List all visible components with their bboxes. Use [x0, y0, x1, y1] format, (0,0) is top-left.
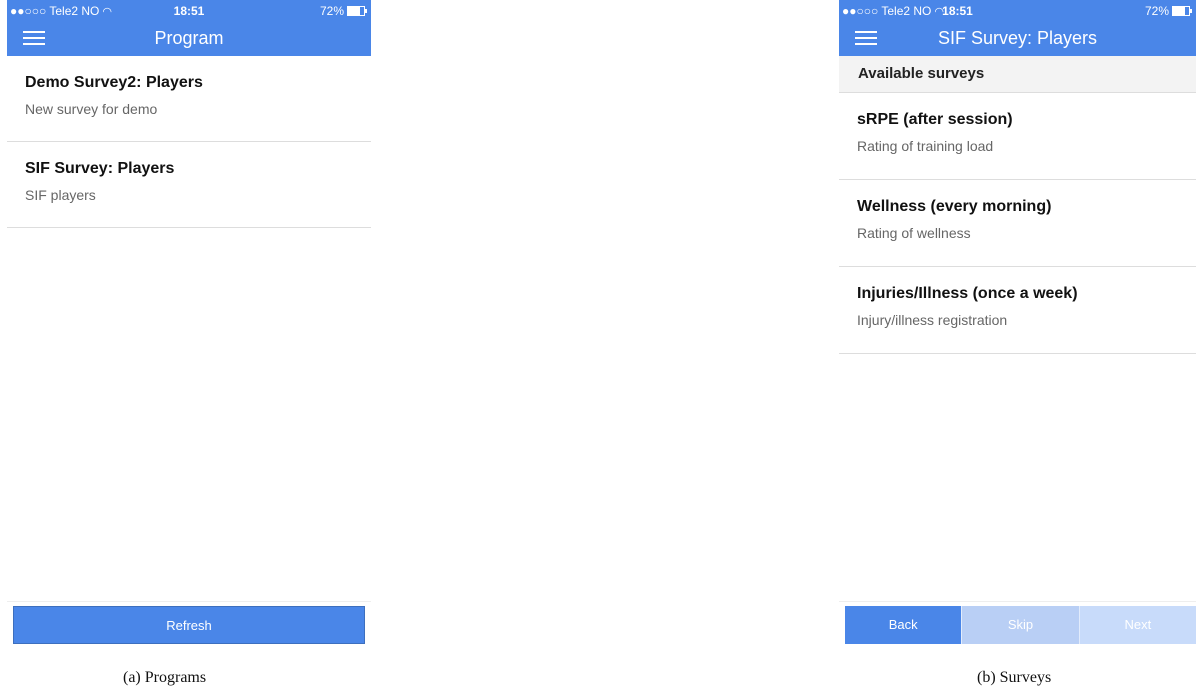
page-title: Program — [154, 28, 224, 48]
survey-list: Available surveys sRPE (after session) R… — [839, 56, 1196, 354]
survey-item[interactable]: Wellness (every morning) Rating of welln… — [839, 180, 1196, 267]
footer-divider — [7, 601, 371, 602]
status-bar: ●●○○○ Tele2 NO ◠ 18:51 72% — [839, 0, 1196, 20]
program-item-subtitle: SIF players — [25, 187, 96, 203]
skip-button[interactable]: Skip — [961, 606, 1079, 644]
battery-indicator: 72% — [319, 4, 367, 18]
survey-item-title: Injuries/Illness (once a week) — [857, 285, 1078, 302]
caption-programs: (a) Programs — [123, 669, 207, 686]
status-time: 18:51 — [942, 4, 973, 18]
survey-item-subtitle: Rating of wellness — [857, 225, 971, 241]
battery-icon — [1172, 6, 1192, 16]
program-item-subtitle: New survey for demo — [25, 101, 158, 117]
survey-item-subtitle: Rating of training load — [857, 138, 994, 154]
battery-icon — [347, 6, 367, 16]
nav-bar: SIF Survey: Players — [839, 20, 1196, 56]
survey-item[interactable]: sRPE (after session) Rating of training … — [839, 93, 1196, 180]
program-item[interactable]: Demo Survey2: Players New survey for dem… — [7, 56, 371, 142]
program-item[interactable]: SIF Survey: Players SIF players — [7, 142, 371, 228]
survey-item-title: sRPE (after session) — [857, 111, 1013, 128]
program-item-title: SIF Survey: Players — [25, 160, 175, 177]
battery-percent: 72% — [319, 4, 344, 18]
battery-indicator: 72% — [1144, 4, 1192, 18]
nav-bar: Program — [7, 20, 371, 56]
caption-surveys: (b) Surveys — [977, 669, 1052, 686]
surveys-screen: ●●○○○ Tele2 NO ◠ 18:51 72% SIF Survey: Pl… — [839, 0, 1196, 650]
page-title: SIF Survey: Players — [937, 28, 1098, 48]
back-button[interactable]: Back — [845, 606, 962, 644]
section-header: Available surveys — [839, 56, 1196, 93]
battery-percent: 72% — [1144, 4, 1169, 18]
footer-divider — [839, 601, 1196, 602]
survey-item[interactable]: Injuries/Illness (once a week) Injury/il… — [839, 267, 1196, 354]
program-item-title: Demo Survey2: Players — [25, 74, 203, 91]
status-bar: ●●○○○ Tele2 NO ◠ 18:51 72% — [7, 0, 371, 20]
programs-screen: ●●○○○ Tele2 NO ◠ 18:51 72% Program Demo S… — [7, 0, 371, 650]
survey-item-title: Wellness (every morning) — [857, 198, 1052, 215]
next-button[interactable]: Next — [1078, 606, 1196, 644]
survey-item-subtitle: Injury/illness registration — [857, 312, 1008, 328]
refresh-button[interactable]: Refresh — [13, 606, 365, 644]
program-list: Demo Survey2: Players New survey for dem… — [7, 56, 371, 228]
navigation-button-group: Back Skip Next — [845, 606, 1196, 644]
status-time: 18:51 — [173, 4, 205, 18]
